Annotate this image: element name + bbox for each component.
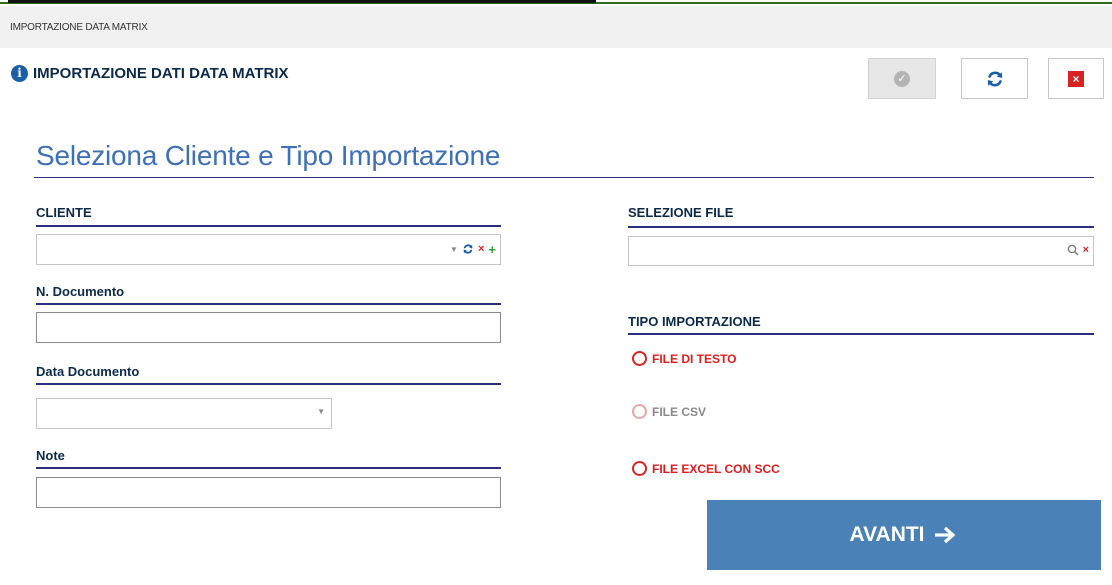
page-title: IMPORTAZIONE DATI DATA MATRIX (33, 65, 289, 82)
avanti-label: AVANTI (849, 523, 925, 546)
chevron-down-icon[interactable]: ▼ (317, 407, 325, 416)
selezione-file-rule (628, 226, 1094, 228)
arrow-right-icon (934, 526, 955, 544)
selezione-file-label: SELEZIONE FILE (628, 205, 734, 220)
radio-circle-icon (632, 351, 647, 366)
confirm-button[interactable]: ✓ (868, 58, 936, 99)
note-label: Note (36, 448, 65, 463)
add-icon[interactable]: + (488, 243, 496, 256)
radio-circle-icon (632, 404, 647, 419)
radio-file-excel-con-scc[interactable]: FILE EXCEL CON SCC (632, 461, 780, 476)
data-documento-datepicker[interactable]: ▼ (36, 398, 332, 429)
page-header: i IMPORTAZIONE DATI DATA MATRIX ✓ × (0, 48, 1112, 108)
cliente-combobox[interactable]: ▼ × + (36, 234, 501, 265)
refresh-button[interactable] (961, 58, 1028, 99)
cliente-label: CLIENTE (36, 205, 92, 220)
data-documento-rule (36, 383, 501, 385)
refresh-icon[interactable] (462, 243, 474, 255)
radio-file-di-testo[interactable]: FILE DI TESTO (632, 351, 736, 366)
radio-label: FILE CSV (652, 404, 707, 419)
radio-label: FILE EXCEL CON SCC (652, 461, 780, 476)
section-title: Seleziona Cliente e Tipo Importazione (36, 140, 501, 171)
top-border (0, 0, 1112, 4)
info-icon: i (11, 65, 28, 82)
note-rule (36, 467, 501, 469)
window-title: IMPORTAZIONE DATA MATRIX (10, 22, 148, 33)
cliente-rule (36, 225, 501, 227)
note-input[interactable] (36, 477, 501, 508)
chevron-down-icon[interactable]: ▼ (450, 245, 458, 254)
n-documento-rule (36, 303, 501, 305)
datepicker-actions: ▼ (317, 407, 325, 416)
top-dark-strip (8, 0, 596, 3)
refresh-icon (987, 71, 1002, 86)
avanti-button[interactable]: AVANTI (707, 500, 1101, 570)
check-circle-icon: ✓ (894, 70, 910, 87)
data-documento-label: Data Documento (36, 364, 140, 379)
cliente-field-actions: ▼ × + (450, 243, 496, 256)
search-icon[interactable] (1067, 244, 1079, 256)
file-field-actions: × (1067, 244, 1089, 256)
section-divider (34, 177, 1094, 178)
tipo-importazione-rule (628, 333, 1094, 335)
close-button[interactable]: × (1048, 58, 1104, 99)
radio-circle-icon (632, 461, 647, 476)
n-documento-input[interactable] (36, 312, 501, 343)
radio-label: FILE DI TESTO (652, 351, 737, 366)
tipo-importazione-label: TIPO IMPORTAZIONE (628, 314, 761, 329)
window-titlebar: IMPORTAZIONE DATA MATRIX (0, 6, 1112, 48)
radio-file-csv: FILE CSV (632, 404, 706, 419)
selezione-file-input[interactable]: × (628, 236, 1094, 266)
n-documento-label: N. Documento (36, 284, 125, 299)
close-icon: × (1068, 70, 1084, 87)
clear-icon[interactable]: × (1083, 244, 1089, 256)
clear-icon[interactable]: × (478, 243, 484, 255)
